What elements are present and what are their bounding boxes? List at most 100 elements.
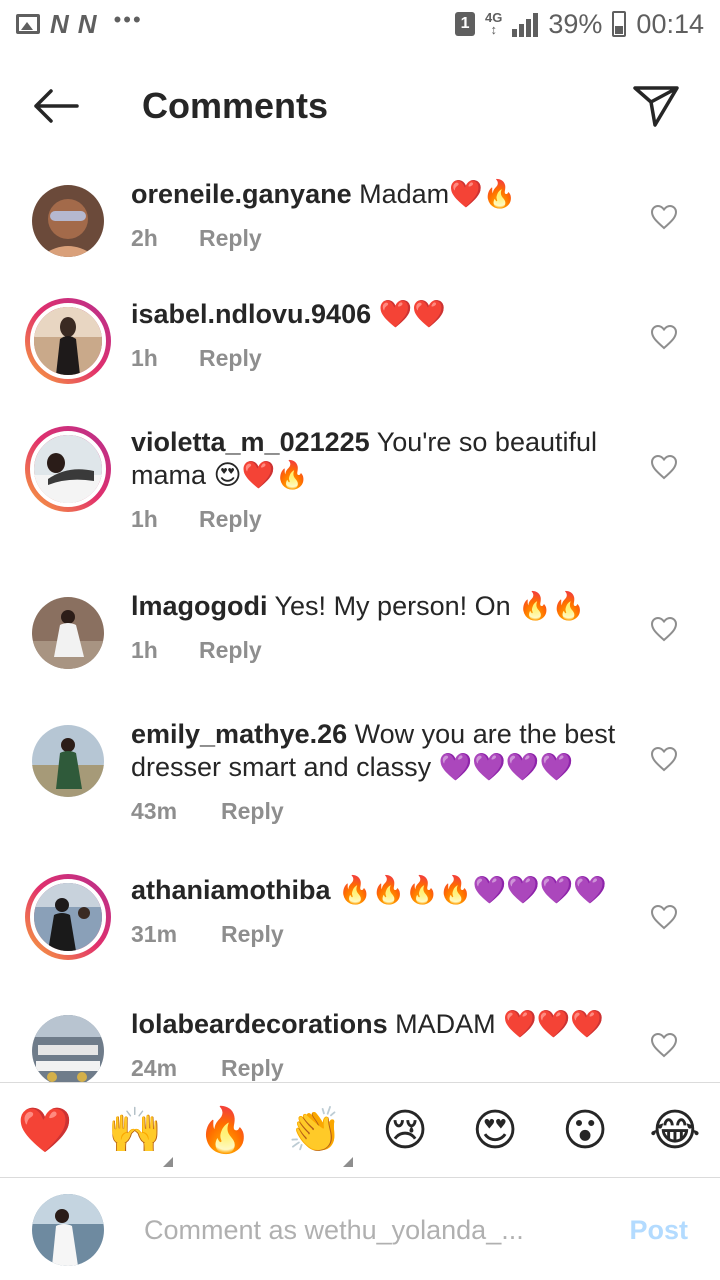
current-user-avatar bbox=[32, 1194, 104, 1266]
comment-username[interactable]: athaniamothiba bbox=[131, 875, 331, 905]
comment-username[interactable]: lmagogodi bbox=[131, 591, 268, 621]
battery-icon bbox=[612, 11, 627, 37]
back-button[interactable] bbox=[26, 76, 86, 136]
sim-slot-icon: 1 bbox=[455, 12, 476, 36]
network-label: 4G bbox=[485, 10, 503, 25]
comment-body: lmagogodi Yes! My person! On 🔥🔥 1h Reply bbox=[131, 590, 631, 664]
comment-text: violetta_m_021225 You're so beautiful ma… bbox=[131, 426, 631, 492]
more-dots-icon: ••• bbox=[113, 7, 143, 32]
like-heart-icon[interactable] bbox=[650, 746, 678, 772]
comment-meta: 2h Reply bbox=[131, 225, 631, 252]
avatar-image bbox=[30, 879, 106, 955]
comment-time: 43m bbox=[131, 798, 178, 824]
comment-item: oreneile.ganyane Madam❤️🔥 2h Reply bbox=[0, 178, 720, 278]
comment-text: emily_mathye.26 Wow you are the best dre… bbox=[131, 718, 631, 784]
comment-username[interactable]: isabel.ndlovu.9406 bbox=[131, 299, 371, 329]
comment-text: isabel.ndlovu.9406 ❤️❤️ bbox=[131, 298, 631, 331]
comment-item: isabel.ndlovu.9406 ❤️❤️ 1h Reply bbox=[0, 298, 720, 398]
emoji-raising-hands-button[interactable]: 🙌 bbox=[105, 1101, 173, 1167]
emoji-red-heart-button[interactable]: ❤️ bbox=[15, 1101, 75, 1161]
comment-body: lolabeardecorations MADAM ❤️❤️❤️ 24m Repl… bbox=[131, 1008, 631, 1082]
like-heart-icon[interactable] bbox=[650, 204, 678, 230]
comments-list[interactable]: oreneile.ganyane Madam❤️🔥 2h Reply isabel… bbox=[0, 172, 720, 1082]
reply-button[interactable]: Reply bbox=[199, 225, 262, 252]
reply-button[interactable]: Reply bbox=[221, 921, 284, 948]
share-button[interactable] bbox=[628, 78, 684, 134]
emoji-crying-face-button[interactable]: 😢 bbox=[375, 1101, 435, 1161]
comment-time: 31m bbox=[131, 921, 178, 947]
comment-input-bar: Post bbox=[0, 1180, 720, 1280]
page-title: Comments bbox=[142, 85, 329, 126]
avatar-oreneile-ganyane[interactable] bbox=[25, 178, 111, 264]
comment-body: violetta_m_021225 You're so beautiful ma… bbox=[131, 426, 631, 533]
like-heart-icon[interactable] bbox=[650, 1032, 678, 1058]
arrow-left-icon bbox=[34, 89, 79, 123]
avatar-emily-mathye[interactable] bbox=[25, 718, 111, 804]
skin-tone-indicator-icon bbox=[343, 1157, 353, 1167]
avatar-lolabeardecorations[interactable] bbox=[25, 1008, 111, 1082]
status-bar-left: N N ••• bbox=[16, 7, 143, 40]
reply-button[interactable]: Reply bbox=[199, 345, 262, 372]
like-heart-icon[interactable] bbox=[650, 454, 678, 480]
emoji-raising-hands-glyph: 🙌 bbox=[107, 1105, 163, 1156]
comment-item: lolabeardecorations MADAM ❤️❤️❤️ 24m Repl… bbox=[0, 1008, 720, 1082]
status-bar: N N ••• 1 4G ↕ 39% 00:14 bbox=[0, 0, 720, 48]
status-bar-right: 1 4G ↕ 39% 00:14 bbox=[455, 9, 704, 40]
skin-tone-indicator-icon bbox=[163, 1157, 173, 1167]
comment-username[interactable]: lolabeardecorations bbox=[131, 1009, 388, 1039]
comment-body: athaniamothiba 🔥🔥🔥🔥💜💜💜💜 31m Reply bbox=[131, 874, 631, 948]
comment-message: MADAM ❤️❤️❤️ bbox=[395, 1009, 604, 1039]
image-icon bbox=[16, 14, 40, 34]
like-heart-icon[interactable] bbox=[650, 324, 678, 350]
avatar-lmagogodi[interactable] bbox=[25, 590, 111, 676]
comment-time: 1h bbox=[131, 506, 158, 532]
comment-meta: 31m Reply bbox=[131, 921, 631, 948]
network-type: 4G ↕ bbox=[485, 10, 503, 37]
reply-button[interactable]: Reply bbox=[221, 798, 284, 825]
comment-body: emily_mathye.26 Wow you are the best dre… bbox=[131, 718, 631, 825]
comment-text: lolabeardecorations MADAM ❤️❤️❤️ bbox=[131, 1008, 631, 1041]
comment-username[interactable]: oreneile.ganyane bbox=[131, 179, 352, 209]
comment-meta: 1h Reply bbox=[131, 637, 631, 664]
avatar-violetta-m[interactable] bbox=[25, 426, 111, 512]
reply-button[interactable]: Reply bbox=[199, 506, 262, 533]
comment-message: Yes! My person! On 🔥🔥 bbox=[274, 591, 586, 621]
emoji-fire-button[interactable]: 🔥 bbox=[195, 1101, 255, 1161]
avatar-image bbox=[32, 1015, 104, 1082]
reply-button[interactable]: Reply bbox=[199, 637, 262, 664]
avatar-image bbox=[32, 725, 104, 797]
comment-item: athaniamothiba 🔥🔥🔥🔥💜💜💜💜 31m Reply bbox=[0, 874, 720, 974]
comment-body: oreneile.ganyane Madam❤️🔥 2h Reply bbox=[131, 178, 631, 252]
emoji-tears-of-joy-button[interactable]: 😂 bbox=[645, 1101, 705, 1161]
comment-username[interactable]: violetta_m_021225 bbox=[131, 427, 370, 457]
like-heart-icon[interactable] bbox=[650, 616, 678, 642]
emoji-surprised-face-button[interactable]: 😮 bbox=[555, 1101, 615, 1161]
battery-percent: 39% bbox=[548, 8, 603, 39]
comment-input[interactable] bbox=[144, 1214, 584, 1246]
paper-plane-icon bbox=[633, 86, 679, 127]
comment-time: 1h bbox=[131, 637, 158, 663]
avatar-image bbox=[32, 597, 104, 669]
like-heart-icon[interactable] bbox=[650, 904, 678, 930]
n-notification-icon: N bbox=[77, 8, 97, 39]
comment-time: 2h bbox=[131, 225, 158, 251]
comment-time: 24m bbox=[131, 1055, 178, 1081]
comment-text: lmagogodi Yes! My person! On 🔥🔥 bbox=[131, 590, 631, 623]
comment-time: 1h bbox=[131, 345, 158, 371]
n-notification-icon: N bbox=[50, 8, 69, 39]
comment-body: isabel.ndlovu.9406 ❤️❤️ 1h Reply bbox=[131, 298, 631, 372]
avatar-athaniamothiba[interactable] bbox=[25, 874, 111, 960]
avatar-image bbox=[30, 431, 106, 507]
emoji-heart-eyes-button[interactable]: 😍 bbox=[465, 1101, 525, 1161]
avatar-isabel-ndlovu[interactable] bbox=[25, 298, 111, 384]
comment-meta: 24m Reply bbox=[131, 1055, 631, 1082]
comment-message: 🔥🔥🔥🔥💜💜💜💜 bbox=[338, 875, 607, 905]
comment-username[interactable]: emily_mathye.26 bbox=[131, 719, 347, 749]
reply-button[interactable]: Reply bbox=[221, 1055, 284, 1082]
emoji-clapping-hands-button[interactable]: 👏 bbox=[285, 1101, 353, 1167]
comment-message: ❤️❤️ bbox=[378, 299, 446, 329]
post-button[interactable]: Post bbox=[629, 1215, 688, 1246]
header: Comments bbox=[0, 58, 720, 154]
avatar-image bbox=[32, 185, 104, 257]
comment-meta: 43m Reply bbox=[131, 798, 631, 825]
